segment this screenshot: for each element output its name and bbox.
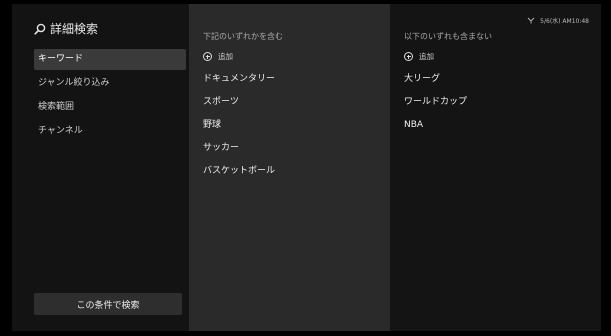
include-header: 下記のいずれかを含む: [203, 32, 283, 41]
include-add-button[interactable]: 追加: [203, 51, 233, 62]
add-label: 追加: [419, 52, 434, 61]
exclude-keyword-list: 大リーグ ワールドカップ NBA: [404, 68, 467, 137]
include-keyword-item[interactable]: バスケットボール: [203, 160, 275, 183]
nav-item-label: ジャンル絞り込み: [38, 78, 110, 88]
nav-item-search-range[interactable]: 検索範囲: [34, 97, 186, 118]
include-keyword-item[interactable]: スポーツ: [203, 91, 275, 114]
status-bar: 5/6(水) AM10:48: [527, 16, 589, 25]
exclude-header: 以下のいずれも含まない: [404, 32, 492, 41]
include-keyword-item[interactable]: ドキュメンタリー: [203, 68, 275, 91]
include-keyword-list: ドキュメンタリー スポーツ 野球 サッカー バスケットボール: [203, 68, 275, 183]
recording-antenna-icon: [527, 17, 535, 24]
add-circle-icon: [203, 52, 212, 61]
search-category-nav: キーワード ジャンル絞り込み 検索範囲 チャンネル: [34, 49, 186, 145]
tv-screen: 詳細検索 キーワード ジャンル絞り込み 検索範囲 チャンネル この条件で検索 下…: [0, 0, 611, 336]
include-keyword-item[interactable]: サッカー: [203, 137, 275, 160]
nav-item-channel[interactable]: チャンネル: [34, 121, 186, 142]
add-label: 追加: [218, 52, 233, 61]
nav-item-label: チャンネル: [38, 126, 83, 136]
add-circle-icon: [404, 52, 413, 61]
nav-item-label: 検索範囲: [38, 102, 75, 112]
exclude-keyword-item[interactable]: NBA: [404, 114, 467, 137]
nav-item-genre-filter[interactable]: ジャンル絞り込み: [34, 73, 186, 94]
left-nav-column: 詳細検索 キーワード ジャンル絞り込み 検索範囲 チャンネル この条件で検索: [12, 4, 189, 331]
page-title-text: 詳細検索: [50, 22, 99, 36]
exclude-add-button[interactable]: 追加: [404, 51, 434, 62]
exclude-keywords-column: 5/6(水) AM10:48 以下のいずれも含まない 追加 大リーグ ワールドカ…: [390, 4, 601, 331]
exclude-keyword-item[interactable]: ワールドカップ: [404, 91, 467, 114]
search-icon: [34, 23, 46, 35]
nav-item-label: キーワード: [38, 54, 84, 64]
include-keywords-column: 下記のいずれかを含む 追加 ドキュメンタリー スポーツ 野球 サッカー バスケッ…: [189, 4, 390, 331]
include-keyword-item[interactable]: 野球: [203, 114, 275, 137]
advanced-search-panel: 詳細検索 キーワード ジャンル絞り込み 検索範囲 チャンネル この条件で検索 下…: [12, 4, 601, 331]
exclude-keyword-item[interactable]: 大リーグ: [404, 68, 467, 91]
search-with-conditions-button[interactable]: この条件で検索: [34, 293, 182, 315]
page-title: 詳細検索: [34, 20, 98, 37]
nav-item-keyword[interactable]: キーワード: [34, 49, 186, 70]
clock-text: 5/6(水) AM10:48: [540, 18, 589, 25]
